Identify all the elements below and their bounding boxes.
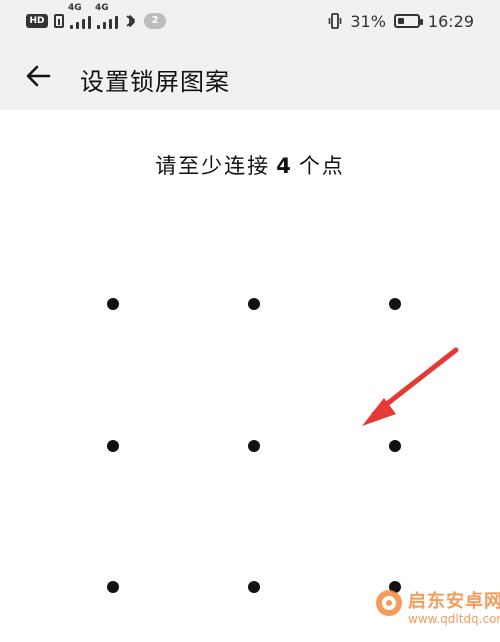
volte-icon — [54, 14, 64, 28]
pattern-dot-1[interactable] — [107, 298, 119, 310]
battery-fill — [397, 18, 404, 24]
page-title: 设置锁屏图案 — [80, 68, 230, 96]
instruction-prefix: 请至少连接 — [155, 154, 271, 178]
hd-icon: HD — [26, 14, 48, 28]
status-bar: HD 4G 4G 2 31% 16:29 — [0, 0, 500, 42]
arrow-left-icon — [26, 65, 51, 87]
pattern-instruction: 请至少连接 4 个点 — [0, 150, 500, 180]
net-type-label-1: 4G — [68, 3, 82, 13]
net-type-label-2: 4G — [95, 3, 109, 13]
battery-icon — [393, 14, 423, 28]
signal-1-icon: 4G — [68, 3, 91, 29]
pattern-dot-7[interactable] — [107, 581, 119, 593]
signal-2-icon: 4G — [95, 3, 118, 29]
back-button[interactable] — [20, 58, 56, 94]
status-left: HD 4G 4G 2 — [26, 3, 166, 32]
instruction-number: 4 — [276, 154, 293, 178]
status-time: 16:29 — [427, 11, 474, 31]
instruction-suffix: 个点 — [298, 154, 345, 178]
battery-percent: 31% — [350, 11, 386, 31]
pattern-dot-4[interactable] — [107, 440, 119, 452]
notification-count-badge: 2 — [144, 13, 166, 29]
app-bar: 设置锁屏图案 — [0, 42, 500, 110]
pattern-dot-9[interactable] — [389, 581, 401, 593]
pattern-dot-8[interactable] — [248, 581, 260, 593]
main-content — [0, 110, 500, 642]
pattern-dot-2[interactable] — [248, 298, 260, 310]
pattern-dot-6[interactable] — [389, 440, 401, 452]
bluetooth-icon — [124, 12, 138, 30]
pattern-dot-3[interactable] — [389, 298, 401, 310]
status-right: 31% 16:29 — [328, 10, 474, 32]
pattern-dot-5[interactable] — [248, 440, 260, 452]
vibrate-icon — [328, 12, 342, 30]
